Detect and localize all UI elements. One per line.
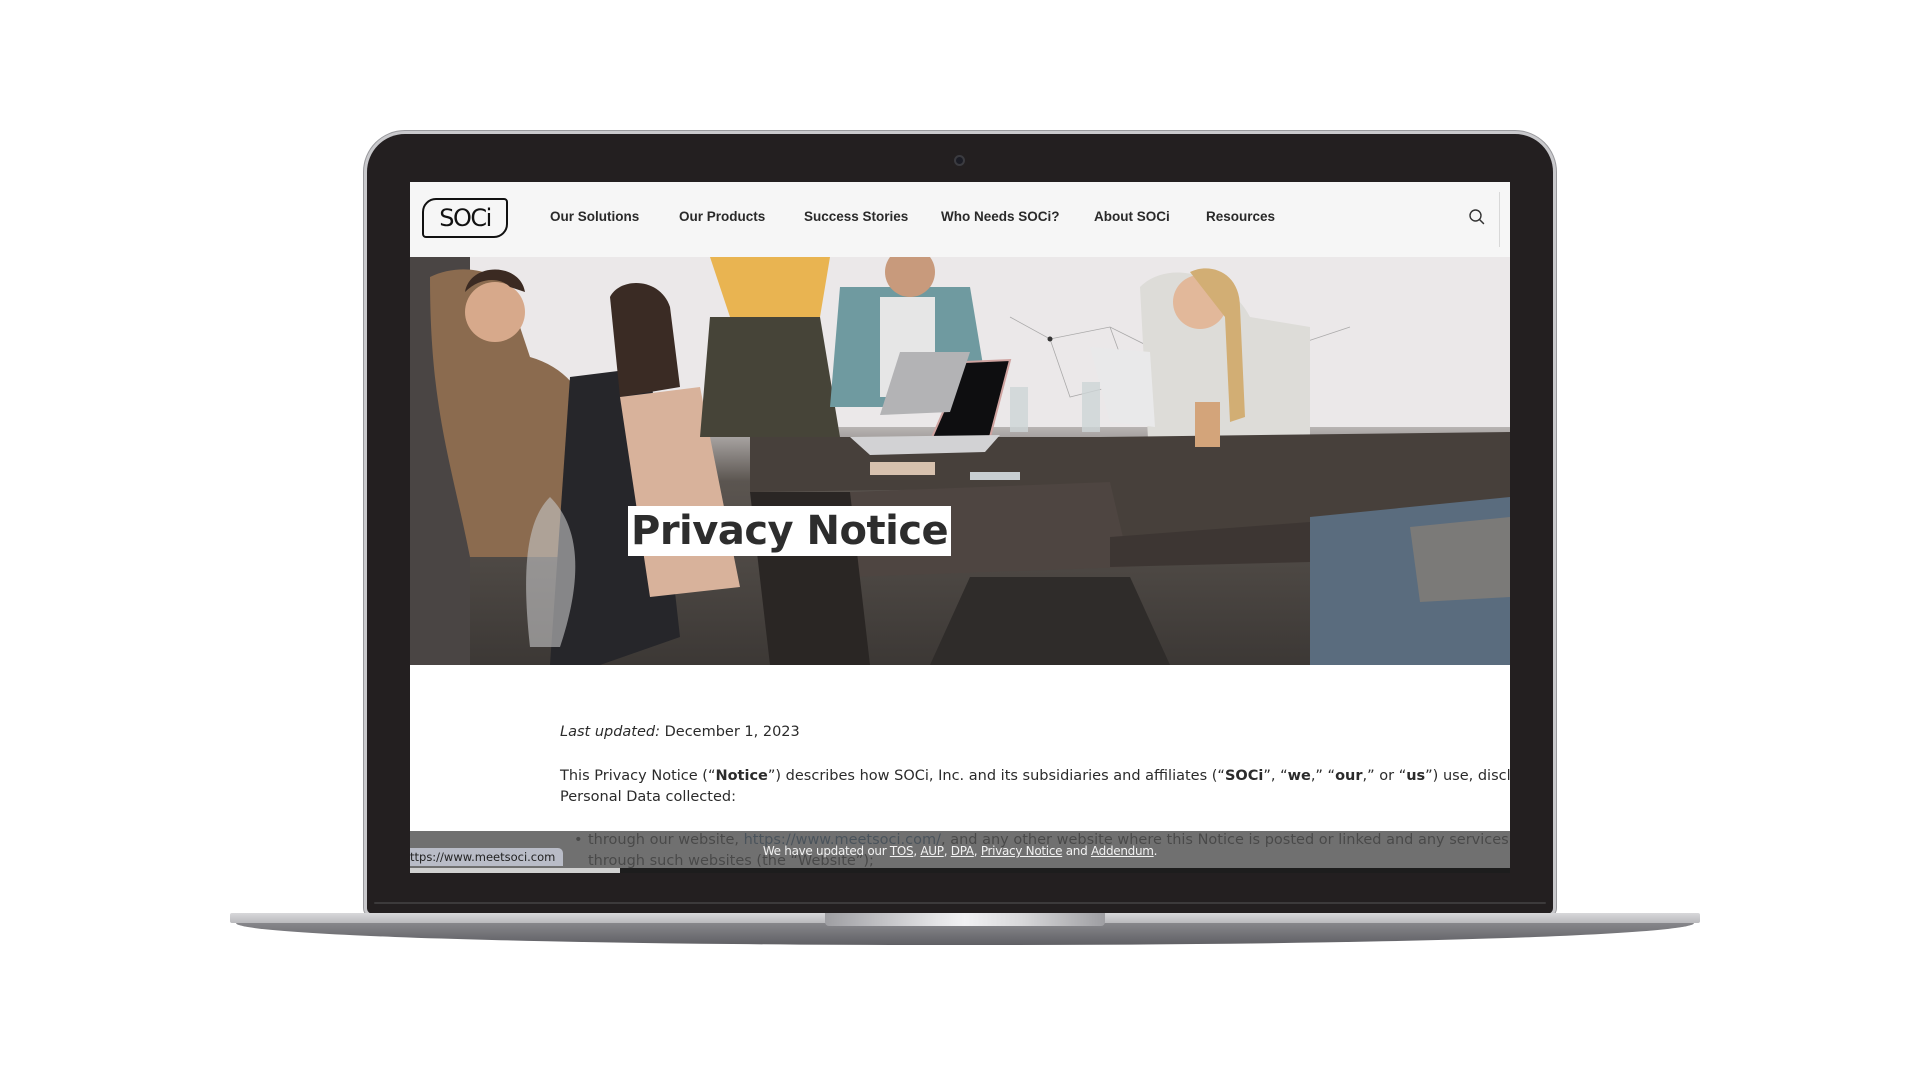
paragraph-text: ”) describes how SOCi, Inc. and its subs… — [767, 768, 1225, 784]
update-banner-text: We have updated our TOS, AUP, DPA, Priva… — [410, 844, 1510, 858]
paragraph-text: This Privacy Notice (“ — [560, 768, 716, 784]
nav-resources[interactable]: Resources — [1206, 209, 1275, 224]
site-header: SOCi Our Solutions Our Products Success … — [410, 182, 1510, 257]
bold-term: us — [1406, 768, 1426, 784]
nav-who-needs-soci[interactable]: Who Needs SOCi? — [941, 209, 1060, 224]
intro-paragraph-line2: Personal Data collected: — [560, 789, 736, 805]
header-divider — [1499, 192, 1500, 247]
paragraph-text: ,” or “ — [1362, 768, 1407, 784]
banner-link-addendum[interactable]: Addendum — [1091, 844, 1154, 858]
paragraph-text: ”, “ — [1263, 768, 1288, 784]
banner-link-privacy-notice[interactable]: Privacy Notice — [981, 844, 1063, 858]
banner-link-tos[interactable]: TOS — [890, 844, 914, 858]
laptop-notch — [825, 913, 1105, 926]
paragraph-text: ”) use, disclose, and pr — [1425, 768, 1510, 784]
nav-our-solutions[interactable]: Our Solutions — [550, 209, 639, 224]
banner-separator: . — [1153, 844, 1158, 858]
camera-icon — [954, 155, 965, 166]
banner-separator: and — [1062, 844, 1091, 858]
bold-term: our — [1335, 768, 1363, 784]
nav-our-products[interactable]: Our Products — [679, 209, 765, 224]
last-updated: Last updated: December 1, 2023 — [560, 724, 800, 740]
banner-separator: , — [943, 844, 951, 858]
banner-prefix: We have updated our — [762, 844, 890, 858]
laptop-base-bottom — [236, 923, 1694, 945]
nav-about-soci[interactable]: About SOCi — [1094, 209, 1170, 224]
logo-text: SOCi — [439, 204, 492, 232]
intro-paragraph-line1: This Privacy Notice (“Notice”) describes… — [560, 766, 1510, 787]
banner-link-dpa[interactable]: DPA — [951, 844, 974, 858]
search-icon[interactable] — [1468, 208, 1486, 226]
soci-logo[interactable]: SOCi — [422, 198, 508, 238]
banner-link-aup[interactable]: AUP — [920, 844, 944, 858]
intro-paragraph: This Privacy Notice (“Notice”) describes… — [560, 766, 1510, 808]
status-bar-url: ttps://www.meetsoci.com — [410, 848, 564, 866]
last-updated-value: December 1, 2023 — [660, 724, 800, 740]
browser-viewport: SOCi Our Solutions Our Products Success … — [410, 182, 1510, 873]
lid-edge — [374, 902, 1546, 904]
bold-term: Notice — [715, 768, 768, 784]
nav-success-stories[interactable]: Success Stories — [804, 209, 908, 224]
scrollbar-thumb[interactable] — [620, 868, 1510, 873]
meeting-photo — [410, 257, 1510, 665]
hero-image: Privacy Notice — [410, 257, 1510, 665]
page-title: Privacy Notice — [628, 506, 952, 556]
last-updated-label: Last updated: — [560, 724, 660, 740]
banner-separator: , — [973, 844, 981, 858]
paragraph-text: ,” “ — [1310, 768, 1336, 784]
bold-term: we — [1287, 768, 1311, 784]
bold-term: SOCi — [1224, 768, 1264, 784]
